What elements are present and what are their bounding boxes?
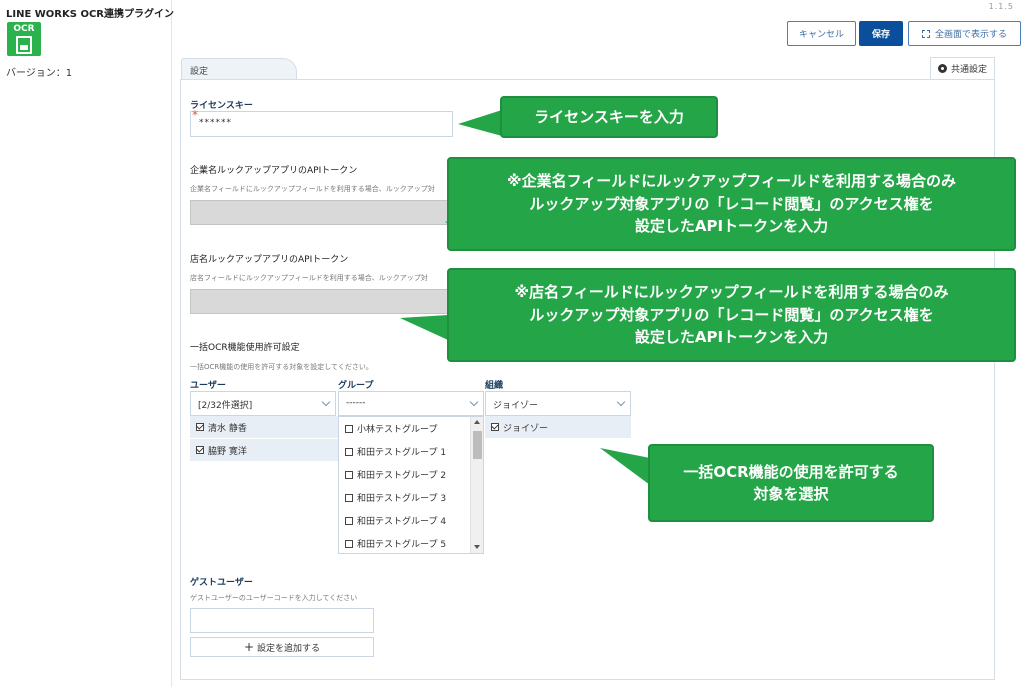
plugin-title: LINE WORKS OCR連携プラグイン [6, 9, 174, 20]
groups-select[interactable]: ------ [338, 391, 484, 416]
version-number: 1.1.5 [988, 2, 1014, 11]
bulk-ocr-callout: 一括OCR機能の使用を許可する 対象を選択 [648, 444, 934, 522]
group-option[interactable]: 和田テストグループ 4 [339, 509, 483, 532]
checkbox-icon [345, 516, 353, 525]
license-input[interactable]: ****** [190, 111, 453, 137]
group-option-label: 和田テストグループ 2 [357, 471, 447, 481]
checkbox-checked-icon [491, 423, 499, 431]
guest-user-input[interactable] [190, 608, 374, 633]
dropdown-scrollbar[interactable] [470, 417, 483, 553]
orgs-select[interactable]: ジョイゾー [485, 391, 631, 416]
checkbox-checked-icon [196, 423, 204, 431]
org-name: ジョイゾー [503, 423, 549, 434]
fullscreen-label: 全画面で表示する [934, 30, 1007, 40]
checkbox-icon [345, 424, 353, 433]
plugin-sidebar: LINE WORKS OCR連携プラグイン OCR バージョン：1 [0, 0, 174, 687]
chevron-down-icon [616, 397, 626, 407]
groups-dropdown-list[interactable]: 小林テストグループ 和田テストグループ 1 和田テストグループ 2 和田テストグ… [338, 416, 484, 554]
callout-line: 設定したAPIトークンを入力 [634, 217, 829, 236]
company-callout: ※企業名フィールドにルックアップフィールドを利用する場合のみ ルックアップ対象ア… [447, 157, 1016, 251]
users-header: ユーザー [190, 381, 226, 391]
tab-common-settings[interactable]: 共通設定 [930, 57, 995, 79]
checkbox-icon [345, 470, 353, 479]
callout-line: ※店名フィールドにルックアップフィールドを利用する場合のみ [514, 283, 949, 302]
checkbox-checked-icon [196, 446, 204, 454]
fullscreen-icon [921, 29, 930, 38]
chevron-down-icon [469, 397, 479, 407]
user-name: 脇野 寛洋 [208, 446, 247, 457]
save-button[interactable]: 保存 [859, 21, 903, 46]
checkbox-icon [345, 447, 353, 456]
group-option-label: 和田テストグループ 1 [357, 448, 447, 458]
users-selected-value: [2/32件選択] [198, 401, 253, 411]
version-label: バージョン：1 [6, 68, 73, 79]
license-callout: ライセンスキーを入力 [500, 96, 718, 138]
cancel-button[interactable]: キャンセル [787, 21, 856, 46]
guest-user-label: ゲストユーザー [190, 578, 253, 588]
tab-settings[interactable]: 設定 [181, 58, 297, 79]
gear-icon [937, 64, 947, 73]
callout-line: ルックアップ対象アプリの「レコード閲覧」のアクセス権を [529, 194, 934, 213]
bulk-ocr-description: 一括OCR機能の使用を許可する対象を設定してください。 [190, 363, 373, 371]
store-callout: ※店名フィールドにルックアップフィールドを利用する場合のみ ルックアップ対象アプ… [447, 268, 1016, 362]
users-select[interactable]: [2/32件選択] [190, 391, 336, 416]
license-callout-text: ライセンスキーを入力 [534, 107, 684, 126]
store-lookup-description: 店名フィールドにルックアップフィールドを利用する場合、ルックアップ対 [190, 274, 428, 282]
scroll-thumb[interactable] [473, 431, 482, 459]
callout-line: ルックアップ対象アプリの「レコード閲覧」のアクセス権を [529, 305, 934, 324]
guest-user-description: ゲストユーザーのユーザーコードを入力してください [190, 594, 358, 602]
group-option-label: 和田テストグループ 3 [357, 494, 447, 504]
group-option[interactable]: 小林テストグループ [339, 417, 483, 440]
scroll-up-icon[interactable] [474, 420, 480, 424]
license-label: ライセンスキー [190, 101, 253, 111]
groups-selected-value: ------ [346, 398, 366, 408]
groups-header: グループ [338, 381, 374, 391]
user-name: 清水 静香 [208, 423, 247, 434]
company-lookup-token-input[interactable] [190, 200, 453, 225]
common-settings-label: 共通設定 [950, 65, 987, 75]
group-option[interactable]: 和田テストグループ 3 [339, 486, 483, 509]
selected-user-item[interactable]: 脇野 寛洋 [190, 439, 338, 461]
selected-org-item[interactable]: ジョイゾー [485, 416, 631, 438]
group-option-label: 和田テストグループ 5 [357, 540, 447, 550]
bulk-ocr-label: 一括OCR機能使用許可設定 [190, 343, 300, 353]
logo-text: OCR [13, 24, 35, 34]
callout-line: 設定したAPIトークンを入力 [634, 328, 829, 347]
orgs-selected-value: ジョイゾー [493, 401, 539, 411]
chevron-down-icon [321, 397, 331, 407]
group-option[interactable]: 和田テストグループ 5 [339, 532, 483, 553]
callout-line: 一括OCR機能の使用を許可する [683, 462, 899, 481]
checkbox-icon [345, 539, 353, 548]
group-option-label: 小林テストグループ [357, 425, 438, 435]
add-setting-button[interactable]: + 設定を追加する [190, 637, 374, 657]
company-lookup-description: 企業名フィールドにルックアップフィールドを利用する場合、ルックアップ対 [190, 185, 435, 193]
required-mark: * [192, 108, 198, 122]
add-setting-label: 設定を追加する [257, 643, 321, 654]
fullscreen-button[interactable]: 全画面で表示する [908, 21, 1021, 46]
group-option-label: 和田テストグループ 4 [357, 517, 447, 527]
document-icon [16, 36, 32, 54]
callout-line: 対象を選択 [753, 485, 829, 503]
store-lookup-token-input[interactable] [190, 289, 453, 314]
callout-line: ※企業名フィールドにルックアップフィールドを利用する場合のみ [507, 172, 956, 191]
plus-icon: + [243, 640, 255, 654]
cancel-label: キャンセル [798, 30, 844, 40]
checkbox-icon [345, 493, 353, 502]
group-option[interactable]: 和田テストグループ 2 [339, 463, 483, 486]
ocr-logo-icon: OCR [7, 22, 41, 56]
orgs-header: 組織 [485, 381, 504, 391]
scroll-down-icon[interactable] [474, 545, 480, 549]
selected-user-item[interactable]: 清水 静香 [190, 416, 338, 438]
company-lookup-label: 企業名ルックアップアプリのAPIトークン [190, 166, 358, 176]
group-option[interactable]: 和田テストグループ 1 [339, 440, 483, 463]
save-label: 保存 [871, 30, 890, 40]
store-lookup-label: 店名ルックアップアプリのAPIトークン [190, 255, 349, 265]
